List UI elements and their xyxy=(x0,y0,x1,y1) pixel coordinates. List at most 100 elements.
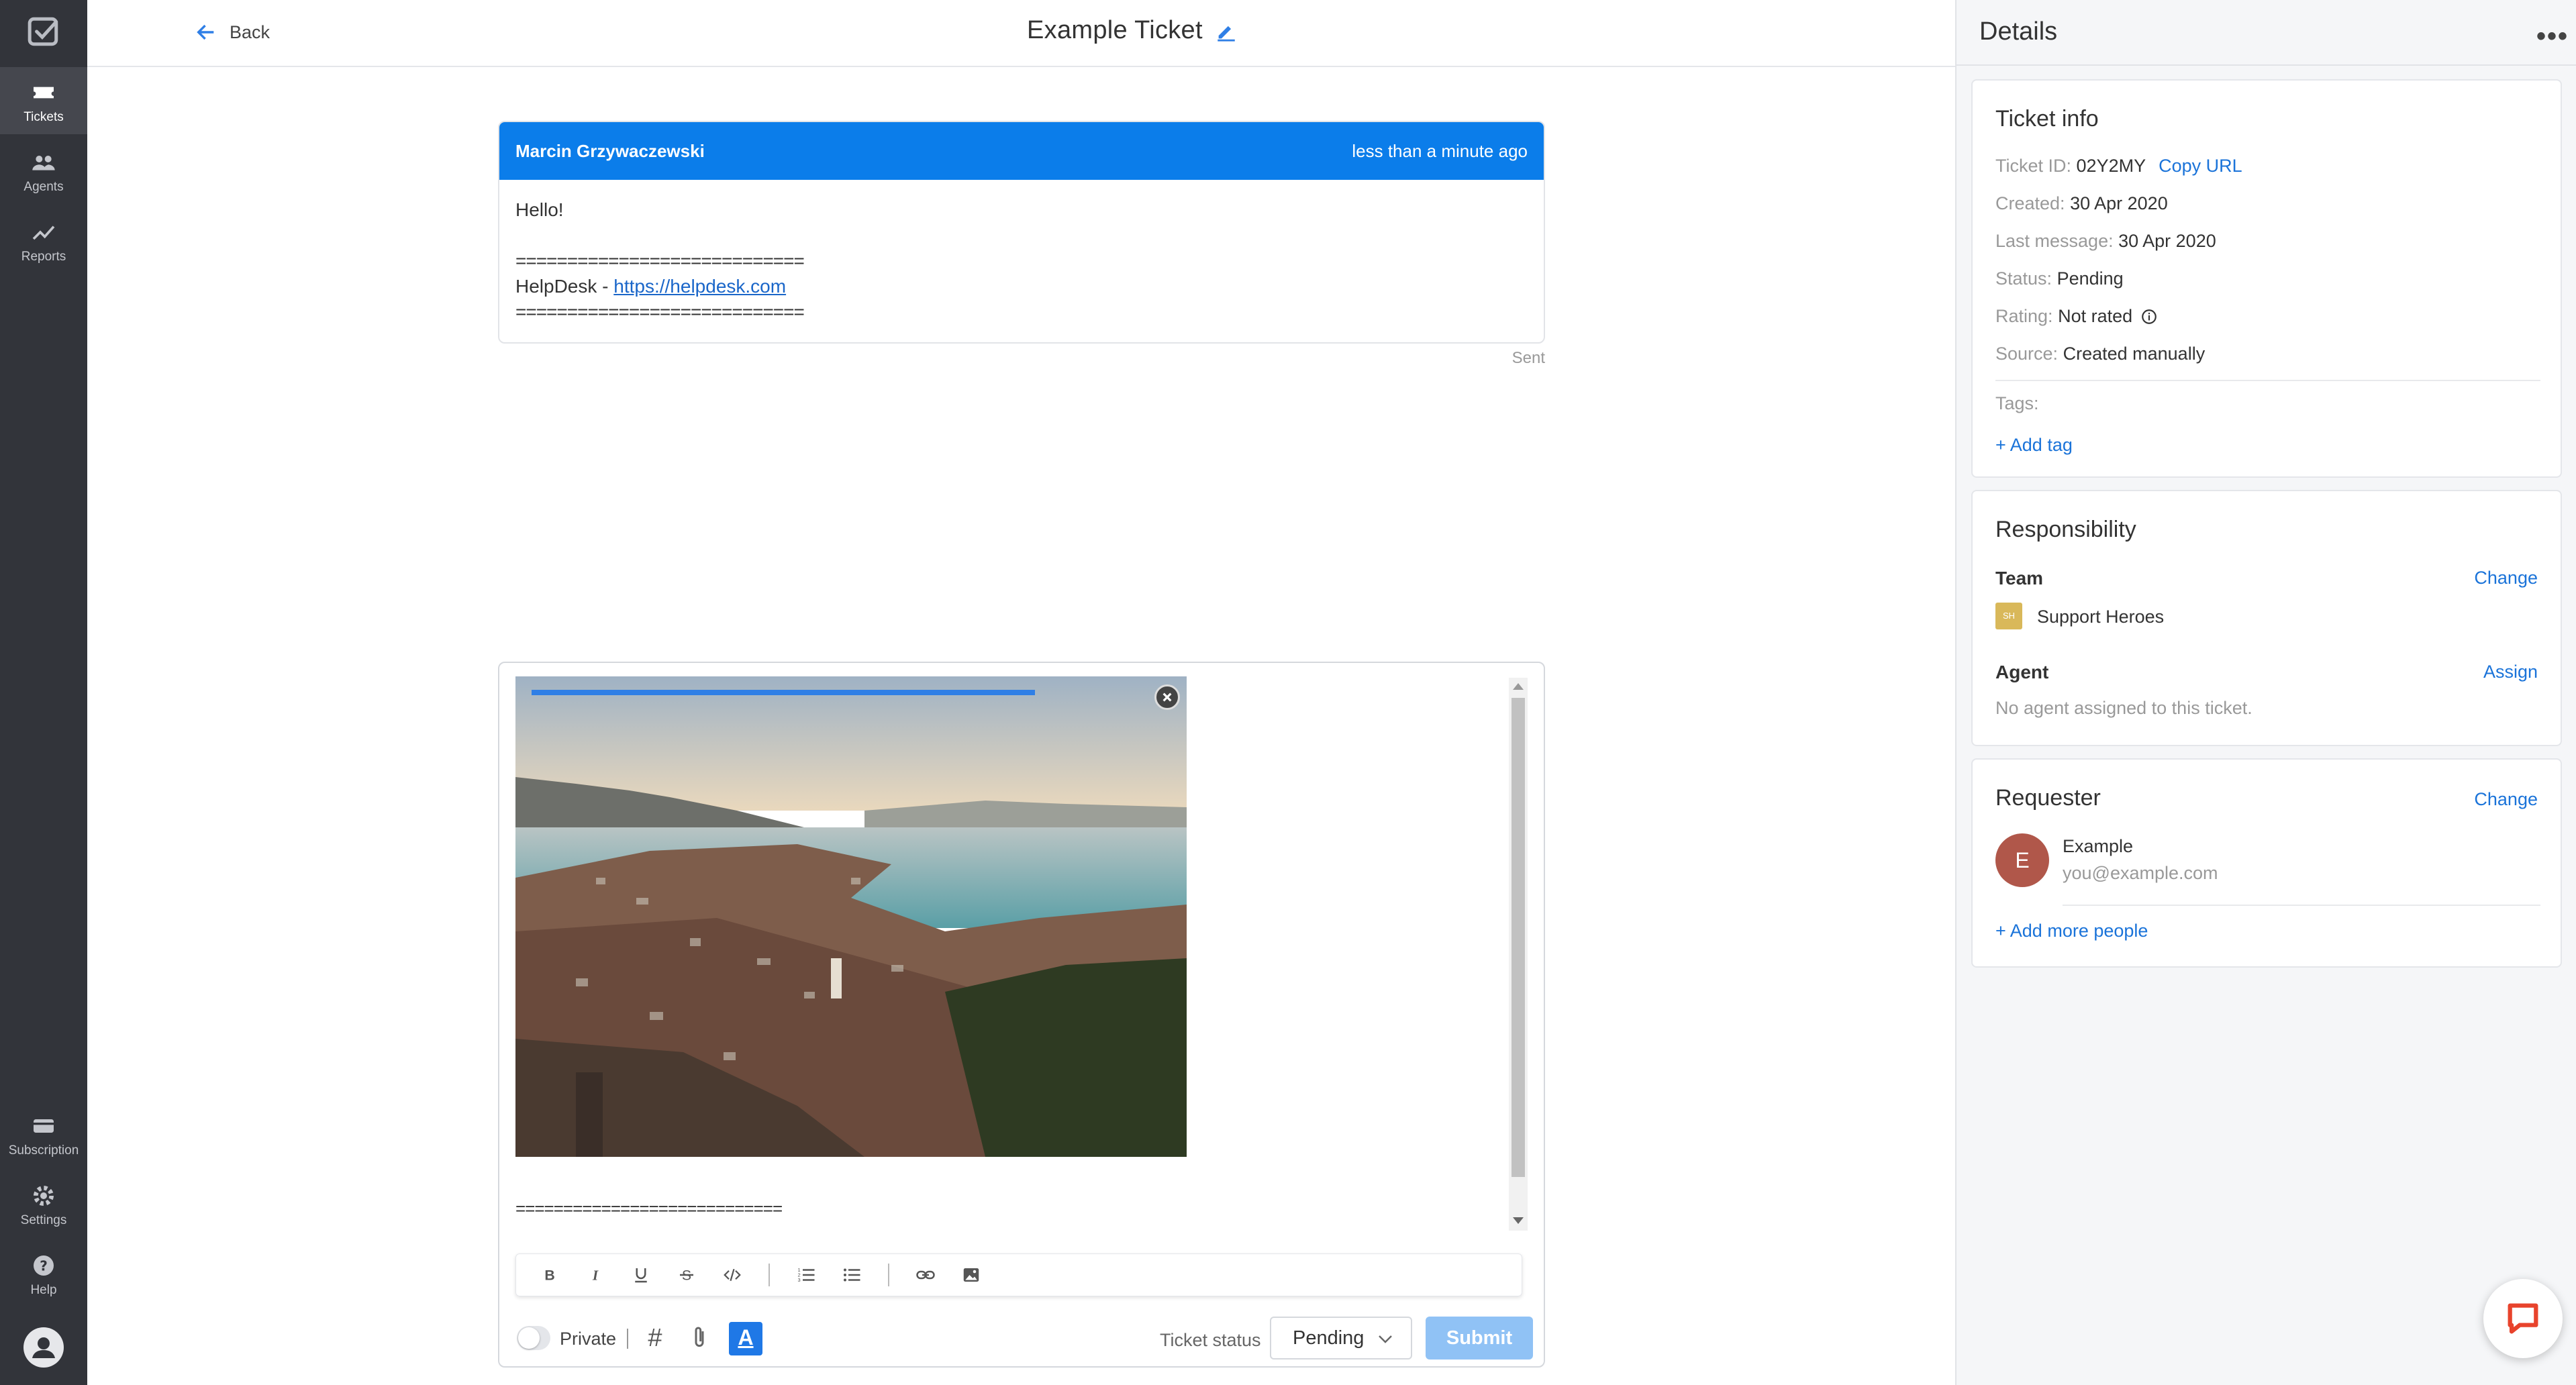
strikethrough-button[interactable]: S xyxy=(664,1253,709,1296)
svg-text:I: I xyxy=(592,1268,599,1284)
code-icon xyxy=(724,1268,741,1282)
info-icon[interactable] xyxy=(2140,308,2158,325)
pencil-icon[interactable] xyxy=(1215,19,1238,42)
left-nav: Tickets Agents Reports Subscription Sett… xyxy=(0,0,87,1385)
bold-icon: B xyxy=(544,1268,554,1284)
details-title: Details xyxy=(1979,17,2058,46)
remove-image-button[interactable] xyxy=(1154,684,1180,710)
reports-icon xyxy=(32,225,55,240)
chat-icon xyxy=(2508,1303,2538,1334)
copy-url-link[interactable]: Copy URL xyxy=(2159,156,2242,176)
divider xyxy=(1995,380,2540,381)
responsibility-title: Responsibility xyxy=(1995,517,2136,542)
ordered-list-button[interactable]: 123 xyxy=(783,1253,829,1296)
assign-agent-link[interactable]: Assign xyxy=(2483,662,2538,682)
ticket-id-row: Ticket ID: 02Y2MY Copy URL xyxy=(1995,156,2242,176)
team-badge: SH xyxy=(1995,603,2022,629)
created-value: 30 Apr 2020 xyxy=(2070,193,2168,213)
private-toggle[interactable] xyxy=(517,1326,550,1350)
italic-icon: I xyxy=(592,1268,599,1284)
ticket-info-title: Ticket info xyxy=(1995,106,2099,132)
code-button[interactable] xyxy=(709,1253,755,1296)
rating-row: Rating: Not rated xyxy=(1995,306,2158,327)
editor-divider-text: ============================ xyxy=(515,1198,783,1219)
paperclip-icon[interactable] xyxy=(686,1325,713,1351)
team-change-link[interactable]: Change xyxy=(2474,568,2538,588)
divider xyxy=(2063,905,2540,906)
team-label: Team xyxy=(1995,568,2044,588)
link-icon xyxy=(916,1270,935,1280)
italic-button[interactable]: I xyxy=(573,1253,618,1296)
link-button[interactable] xyxy=(903,1253,948,1296)
ticket-id-label: Ticket ID: xyxy=(1995,156,2072,176)
ticket-title-wrap: Example Ticket xyxy=(1027,16,1238,45)
rating-label: Rating: xyxy=(1995,306,2053,326)
user-avatar[interactable] xyxy=(23,1327,64,1368)
nav-item-label: Reports xyxy=(21,250,66,264)
responsibility-card: Responsibility Team Change SH Support He… xyxy=(1971,490,2562,746)
status-row: Status: Pending xyxy=(1995,268,2124,289)
scroll-up-arrow[interactable] xyxy=(1513,683,1524,690)
submit-button[interactable]: Submit xyxy=(1426,1317,1533,1360)
details-header: Details ••• xyxy=(1956,0,2576,66)
scroll-down-arrow[interactable] xyxy=(1513,1217,1524,1224)
chevron-down-icon xyxy=(1379,1335,1392,1343)
nav-item-subscription[interactable]: Subscription xyxy=(0,1100,87,1168)
nav-item-label: Tickets xyxy=(23,110,64,124)
nav-item-help[interactable]: ? Help xyxy=(0,1240,87,1307)
underline-button[interactable] xyxy=(618,1253,664,1296)
underline-icon xyxy=(635,1268,647,1283)
message-body: Hello! ============================ Help… xyxy=(499,180,1544,342)
signature-prefix: HelpDesk - xyxy=(515,276,614,297)
add-more-people-link[interactable]: + Add more people xyxy=(1995,921,2148,941)
ticket-id-value: 02Y2MY xyxy=(2076,156,2146,176)
help-icon: ? xyxy=(34,1255,54,1276)
nav-item-label: Help xyxy=(30,1283,57,1297)
signature-link[interactable]: https://helpdesk.com xyxy=(613,276,786,297)
svg-text:3: 3 xyxy=(798,1277,801,1283)
attached-image xyxy=(515,676,1187,1157)
user-icon xyxy=(32,1337,55,1358)
nav-item-agents[interactable]: Agents xyxy=(0,137,87,204)
bullet-list-button[interactable] xyxy=(829,1253,875,1296)
requester-change-link[interactable]: Change xyxy=(2474,789,2538,810)
nav-item-settings[interactable]: Settings xyxy=(0,1170,87,1237)
back-button[interactable]: Back xyxy=(195,19,270,46)
created-label: Created: xyxy=(1995,193,2065,213)
nav-item-reports[interactable]: Reports xyxy=(0,207,87,274)
nav-item-tickets[interactable]: Tickets xyxy=(0,67,87,134)
gear-icon xyxy=(34,1186,54,1206)
chat-widget-button[interactable] xyxy=(2483,1279,2563,1358)
image-icon xyxy=(963,1268,979,1282)
more-options-icon[interactable]: ••• xyxy=(2536,21,2569,52)
text-style-button[interactable]: A xyxy=(729,1322,762,1355)
logo-icon[interactable] xyxy=(27,15,60,48)
image-button[interactable] xyxy=(948,1253,994,1296)
hashtag-button[interactable]: # xyxy=(640,1323,670,1353)
scrollbar-thumb[interactable] xyxy=(1512,698,1525,1177)
ordered-list-icon: 123 xyxy=(798,1267,815,1283)
svg-text:B: B xyxy=(544,1268,554,1284)
add-tag-link[interactable]: + Add tag xyxy=(1995,435,2073,456)
agent-label: Agent xyxy=(1995,662,2049,682)
message-greeting: Hello! xyxy=(515,199,564,220)
ticket-icon xyxy=(34,87,54,99)
format-toolbar: B I S 123 xyxy=(515,1253,1522,1296)
last-message-row: Last message: 30 Apr 2020 xyxy=(1995,231,2216,252)
message-card: Marcin Grzywaczewski less than a minute … xyxy=(498,121,1545,344)
message-author: Marcin Grzywaczewski xyxy=(515,140,705,161)
editor-scrollbar[interactable] xyxy=(1509,678,1528,1231)
status-value: Pending xyxy=(2057,268,2124,289)
requester-email: you@example.com xyxy=(2063,863,2218,883)
toolbar-separator xyxy=(769,1264,770,1286)
ticket-status-select[interactable]: Pending xyxy=(1270,1317,1412,1360)
reply-editor[interactable]: ============================ B I S 123 P… xyxy=(498,662,1545,1368)
tags-label: Tags: xyxy=(1995,393,2039,413)
bold-button[interactable]: B xyxy=(527,1253,573,1296)
details-panel: Details ••• Ticket info Ticket ID: 02Y2M… xyxy=(1955,0,2576,1385)
editor-footer: Private # A Ticket status Pending Submit xyxy=(513,1314,1533,1362)
team-name: Support Heroes xyxy=(2037,607,2165,627)
source-row: Source: Created manually xyxy=(1995,344,2205,364)
footer-separator xyxy=(627,1329,628,1349)
svg-text:?: ? xyxy=(40,1258,48,1274)
